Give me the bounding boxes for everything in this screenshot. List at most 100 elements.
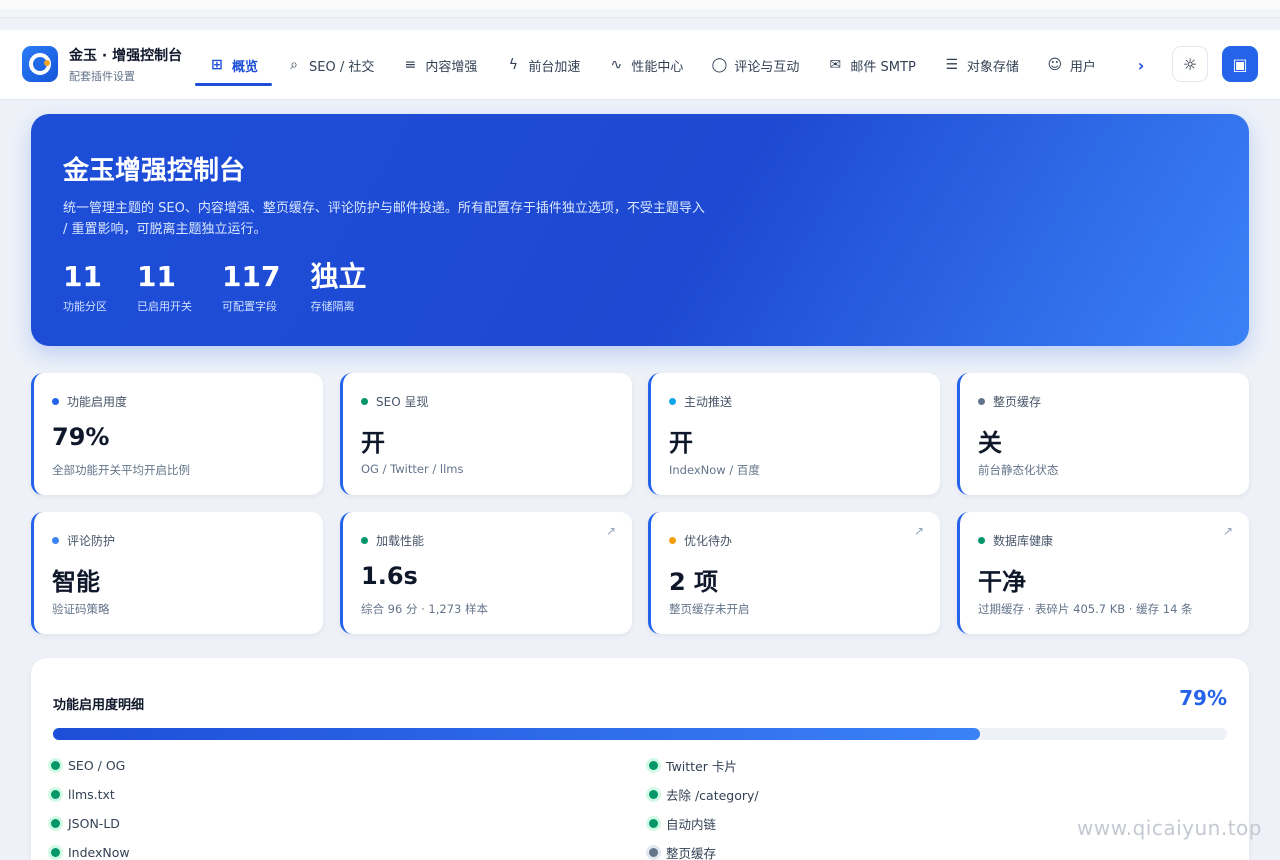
tab-smtp[interactable]: ✉ 邮件 SMTP bbox=[813, 30, 929, 100]
hero-stat-value: 11 bbox=[63, 260, 102, 293]
card-note: 验证码策略 bbox=[52, 602, 110, 616]
panel-title: 功能启用度明细 bbox=[53, 698, 145, 713]
stat-card-db-health[interactable]: 数据库健康 ↗ 干净 过期缓存 · 表碎片 405.7 KB · 缓存 14 条 bbox=[957, 512, 1249, 634]
tab-object-storage[interactable]: ☰ 对象存储 bbox=[930, 30, 1033, 100]
status-dot bbox=[51, 789, 60, 799]
status-dot bbox=[669, 398, 676, 405]
external-link-icon[interactable]: ↗ bbox=[606, 524, 616, 538]
card-label-text: 加载性能 bbox=[376, 534, 425, 548]
database-icon: ☰ bbox=[945, 57, 959, 73]
brand-subtitle: 配套插件设置 bbox=[69, 70, 135, 83]
tab-label: 性能中心 bbox=[631, 59, 684, 75]
external-link-icon[interactable]: ↗ bbox=[1223, 524, 1233, 538]
save-button[interactable]: ▣ bbox=[1222, 46, 1258, 82]
card-label: 评论防护 bbox=[52, 532, 115, 549]
stat-card-todo[interactable]: 优化待办 ↗ 2 项 整页缓存未开启 bbox=[648, 512, 940, 634]
feature-item: JSON-LD bbox=[51, 814, 649, 832]
hero-stat-label: 功能分区 bbox=[63, 300, 107, 313]
tab-users[interactable]: ☺ 用户 bbox=[1033, 30, 1110, 100]
status-dot bbox=[649, 818, 658, 828]
feature-name: IndexNow bbox=[68, 844, 130, 860]
tab-seo-social[interactable]: ⌕ SEO / 社交 bbox=[272, 30, 388, 100]
feature-list: SEO / OG Twitter 卡片 llms.txt 去除 /categor… bbox=[51, 756, 1231, 860]
hero-description: 统一管理主题的 SEO、内容增强、整页缓存、评论防护与邮件投递。所有配置存于插件… bbox=[63, 201, 705, 237]
hero-banner: 金玉增强控制台 统一管理主题的 SEO、内容增强、整页缓存、评论防护与邮件投递。… bbox=[31, 114, 1249, 346]
card-label-text: 数据库健康 bbox=[993, 534, 1054, 548]
panel-percent: 79% bbox=[1179, 686, 1227, 710]
sun-icon: ☼ bbox=[1182, 54, 1198, 74]
feature-usage-panel: 功能启用度明细 79% SEO / OG Twitter 卡片 llms.txt… bbox=[31, 658, 1249, 860]
tab-label: 评论与互动 bbox=[734, 59, 800, 75]
feature-name: JSON-LD bbox=[68, 815, 120, 831]
hero-stat: 11 已启用开关 bbox=[137, 260, 192, 314]
card-label: 数据库健康 bbox=[978, 532, 1053, 549]
card-label: 主动推送 bbox=[669, 393, 732, 410]
card-label-text: 功能启用度 bbox=[67, 395, 128, 409]
hero-stat: 117 可配置字段 bbox=[222, 260, 280, 314]
card-label: 加载性能 bbox=[361, 532, 424, 549]
theme-toggle-button[interactable]: ☼ bbox=[1172, 46, 1208, 82]
feature-item: IndexNow bbox=[51, 843, 649, 860]
tab-comments[interactable]: ◯ 评论与互动 bbox=[697, 30, 813, 100]
stat-card-push: 主动推送 开 IndexNow / 百度 bbox=[648, 373, 940, 495]
hero-title: 金玉增强控制台 bbox=[63, 156, 246, 186]
external-link-icon[interactable]: ↗ bbox=[914, 524, 924, 538]
feature-name: SEO / OG bbox=[68, 757, 126, 773]
hero-stat-value: 11 bbox=[137, 260, 176, 293]
nav-scroll-right-button[interactable]: › bbox=[1130, 52, 1152, 78]
tab-label: 概览 bbox=[232, 59, 259, 75]
status-dot bbox=[51, 760, 60, 770]
status-dot bbox=[978, 398, 985, 405]
status-dot bbox=[51, 847, 60, 857]
card-note: 过期缓存 · 表碎片 405.7 KB · 缓存 14 条 bbox=[978, 602, 1193, 616]
card-label-text: 优化待办 bbox=[684, 534, 733, 548]
card-note: 前台静态化状态 bbox=[978, 463, 1059, 477]
card-note: 全部功能开关平均开启比例 bbox=[52, 463, 190, 477]
card-value: 79% bbox=[52, 423, 110, 451]
feature-item: SEO / OG bbox=[51, 756, 649, 774]
stat-card-load-performance[interactable]: 加载性能 ↗ 1.6s 综合 96 分 · 1,273 样本 bbox=[340, 512, 632, 634]
top-header: 金玉 · 增强控制台 配套插件设置 ⊞ 概览 ⌕ SEO / 社交 ≡ 内容增强 ϟ前… bbox=[0, 30, 1280, 100]
stat-card-comment-guard: 评论防护 智能 验证码策略 bbox=[31, 512, 323, 634]
feature-name: 自动内链 bbox=[666, 816, 717, 832]
card-label: 整页缓存 bbox=[978, 393, 1041, 410]
stat-card-seo: SEO 呈现 开 OG / Twitter / llms bbox=[340, 373, 632, 495]
list-icon: ≡ bbox=[404, 57, 417, 73]
card-label: SEO 呈现 bbox=[361, 393, 428, 410]
card-note: 整页缓存未开启 bbox=[669, 602, 750, 616]
status-dot bbox=[51, 818, 60, 828]
feature-item: Twitter 卡片 bbox=[649, 756, 1229, 774]
status-dot bbox=[649, 789, 658, 799]
chevron-right-icon: › bbox=[1137, 55, 1145, 75]
feature-name: llms.txt bbox=[68, 786, 115, 802]
browser-top-strip bbox=[0, 0, 1280, 18]
status-dot bbox=[669, 537, 676, 544]
status-dot bbox=[978, 537, 985, 544]
tab-label: 邮件 SMTP bbox=[850, 59, 916, 75]
tab-content[interactable]: ≡ 内容增强 bbox=[388, 30, 491, 100]
tab-label: 前台加速 bbox=[528, 59, 581, 75]
hero-stat: 独立 存储隔离 bbox=[310, 260, 366, 314]
hero-stat-value: 独立 bbox=[310, 260, 367, 293]
card-value: 关 bbox=[978, 429, 1002, 457]
tab-overview[interactable]: ⊞ 概览 bbox=[195, 30, 273, 100]
card-label-text: 评论防护 bbox=[67, 534, 116, 548]
card-value: 开 bbox=[669, 429, 693, 457]
progress-fill bbox=[53, 728, 981, 740]
tab-frontend-speed[interactable]: ϟ 前台加速 bbox=[491, 30, 594, 100]
card-value: 2 项 bbox=[669, 568, 719, 596]
card-value: 开 bbox=[361, 429, 385, 457]
feature-name: Twitter 卡片 bbox=[666, 758, 737, 774]
card-value: 智能 bbox=[52, 568, 100, 596]
hero-stat-value: 117 bbox=[222, 260, 281, 293]
mail-icon: ✉ bbox=[829, 57, 842, 73]
tab-performance[interactable]: ∿ 性能中心 bbox=[594, 30, 697, 100]
status-dot bbox=[52, 537, 59, 544]
search-icon: ⌕ bbox=[290, 57, 298, 73]
brand-title: 金玉 · 增强控制台 bbox=[69, 48, 183, 64]
card-note: OG / Twitter / llms bbox=[361, 462, 464, 476]
status-dot bbox=[649, 847, 658, 857]
stat-card-feature-usage: 功能启用度 79% 全部功能开关平均开启比例 bbox=[31, 373, 323, 495]
logo-ring-icon bbox=[29, 53, 51, 75]
feature-name: 整页缓存 bbox=[666, 845, 717, 860]
